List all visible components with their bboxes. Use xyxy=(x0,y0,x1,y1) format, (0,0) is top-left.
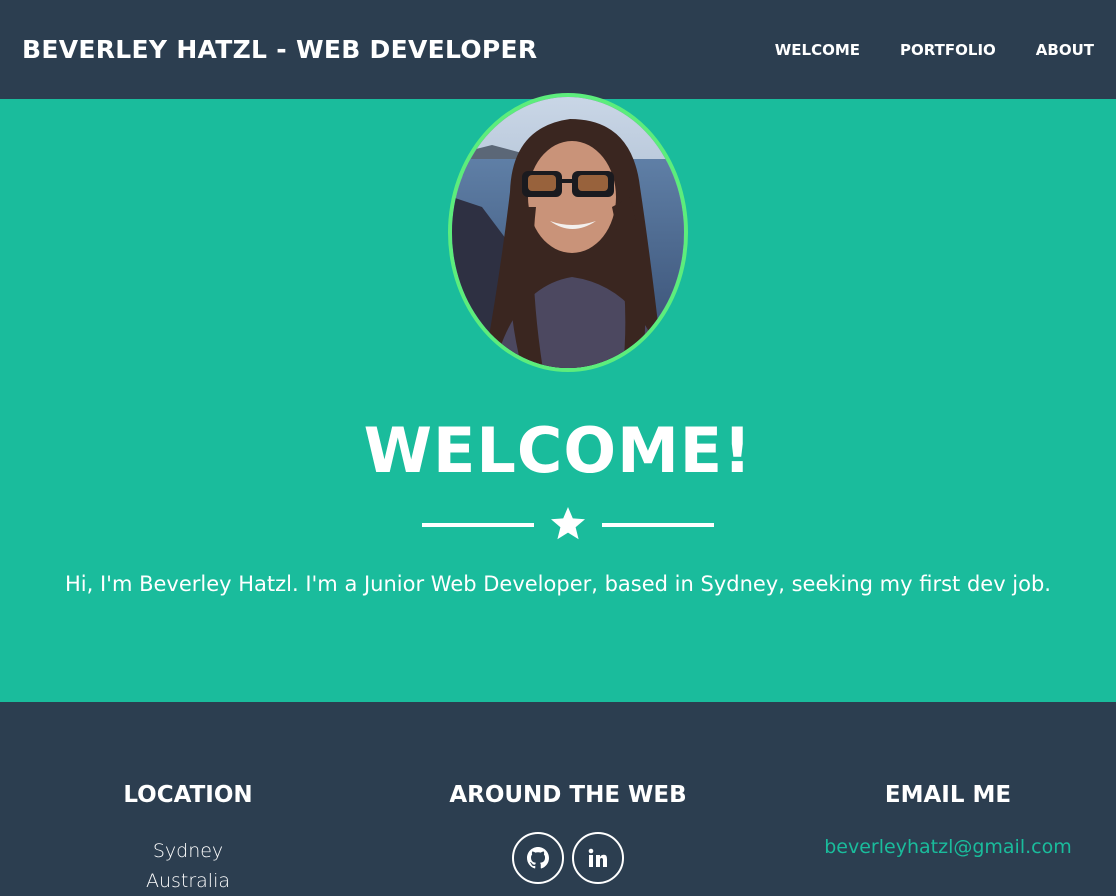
divider-line-right xyxy=(602,523,714,527)
email-link[interactable]: beverleyhatzl@gmail.com xyxy=(824,836,1071,858)
around-the-web-heading: AROUND THE WEB xyxy=(449,782,687,808)
profile-photo xyxy=(452,97,684,368)
nav-link-about[interactable]: ABOUT xyxy=(1036,41,1094,59)
email-heading: EMAIL ME xyxy=(884,782,1012,808)
welcome-title: WELCOME! xyxy=(363,414,753,487)
github-button[interactable] xyxy=(512,832,564,884)
social-links xyxy=(408,832,728,884)
avatar xyxy=(448,93,688,372)
star-icon xyxy=(551,507,585,540)
around-the-web-section: AROUND THE WEB xyxy=(408,782,728,884)
masthead: WELCOME! Hi, I'm Beverley Hatzl. I'm a J… xyxy=(0,93,1116,702)
location-country: Australia xyxy=(145,870,231,892)
star-divider xyxy=(422,503,714,547)
navbar: BEVERLEY HATZL - WEB DEVELOPER WELCOME P… xyxy=(0,0,1116,99)
nav-link-welcome[interactable]: WELCOME xyxy=(775,41,860,59)
email-section: EMAIL ME beverleyhatzl@gmail.com xyxy=(788,782,1108,858)
footer: LOCATION Sydney Australia AROUND THE WEB xyxy=(0,702,1116,892)
brand-link[interactable]: BEVERLEY HATZL - WEB DEVELOPER xyxy=(22,35,537,64)
linkedin-icon xyxy=(588,848,607,867)
nav-links: WELCOME PORTFOLIO ABOUT xyxy=(735,41,1094,59)
location-heading: LOCATION xyxy=(123,782,253,808)
linkedin-button[interactable] xyxy=(572,832,624,884)
location-section: LOCATION Sydney Australia xyxy=(28,782,348,896)
nav-link-portfolio[interactable]: PORTFOLIO xyxy=(900,41,996,59)
divider-line-left xyxy=(422,523,534,527)
intro-text: Hi, I'm Beverley Hatzl. I'm a Junior Web… xyxy=(65,572,1051,596)
github-icon xyxy=(527,847,549,869)
location-city: Sydney xyxy=(152,840,224,862)
